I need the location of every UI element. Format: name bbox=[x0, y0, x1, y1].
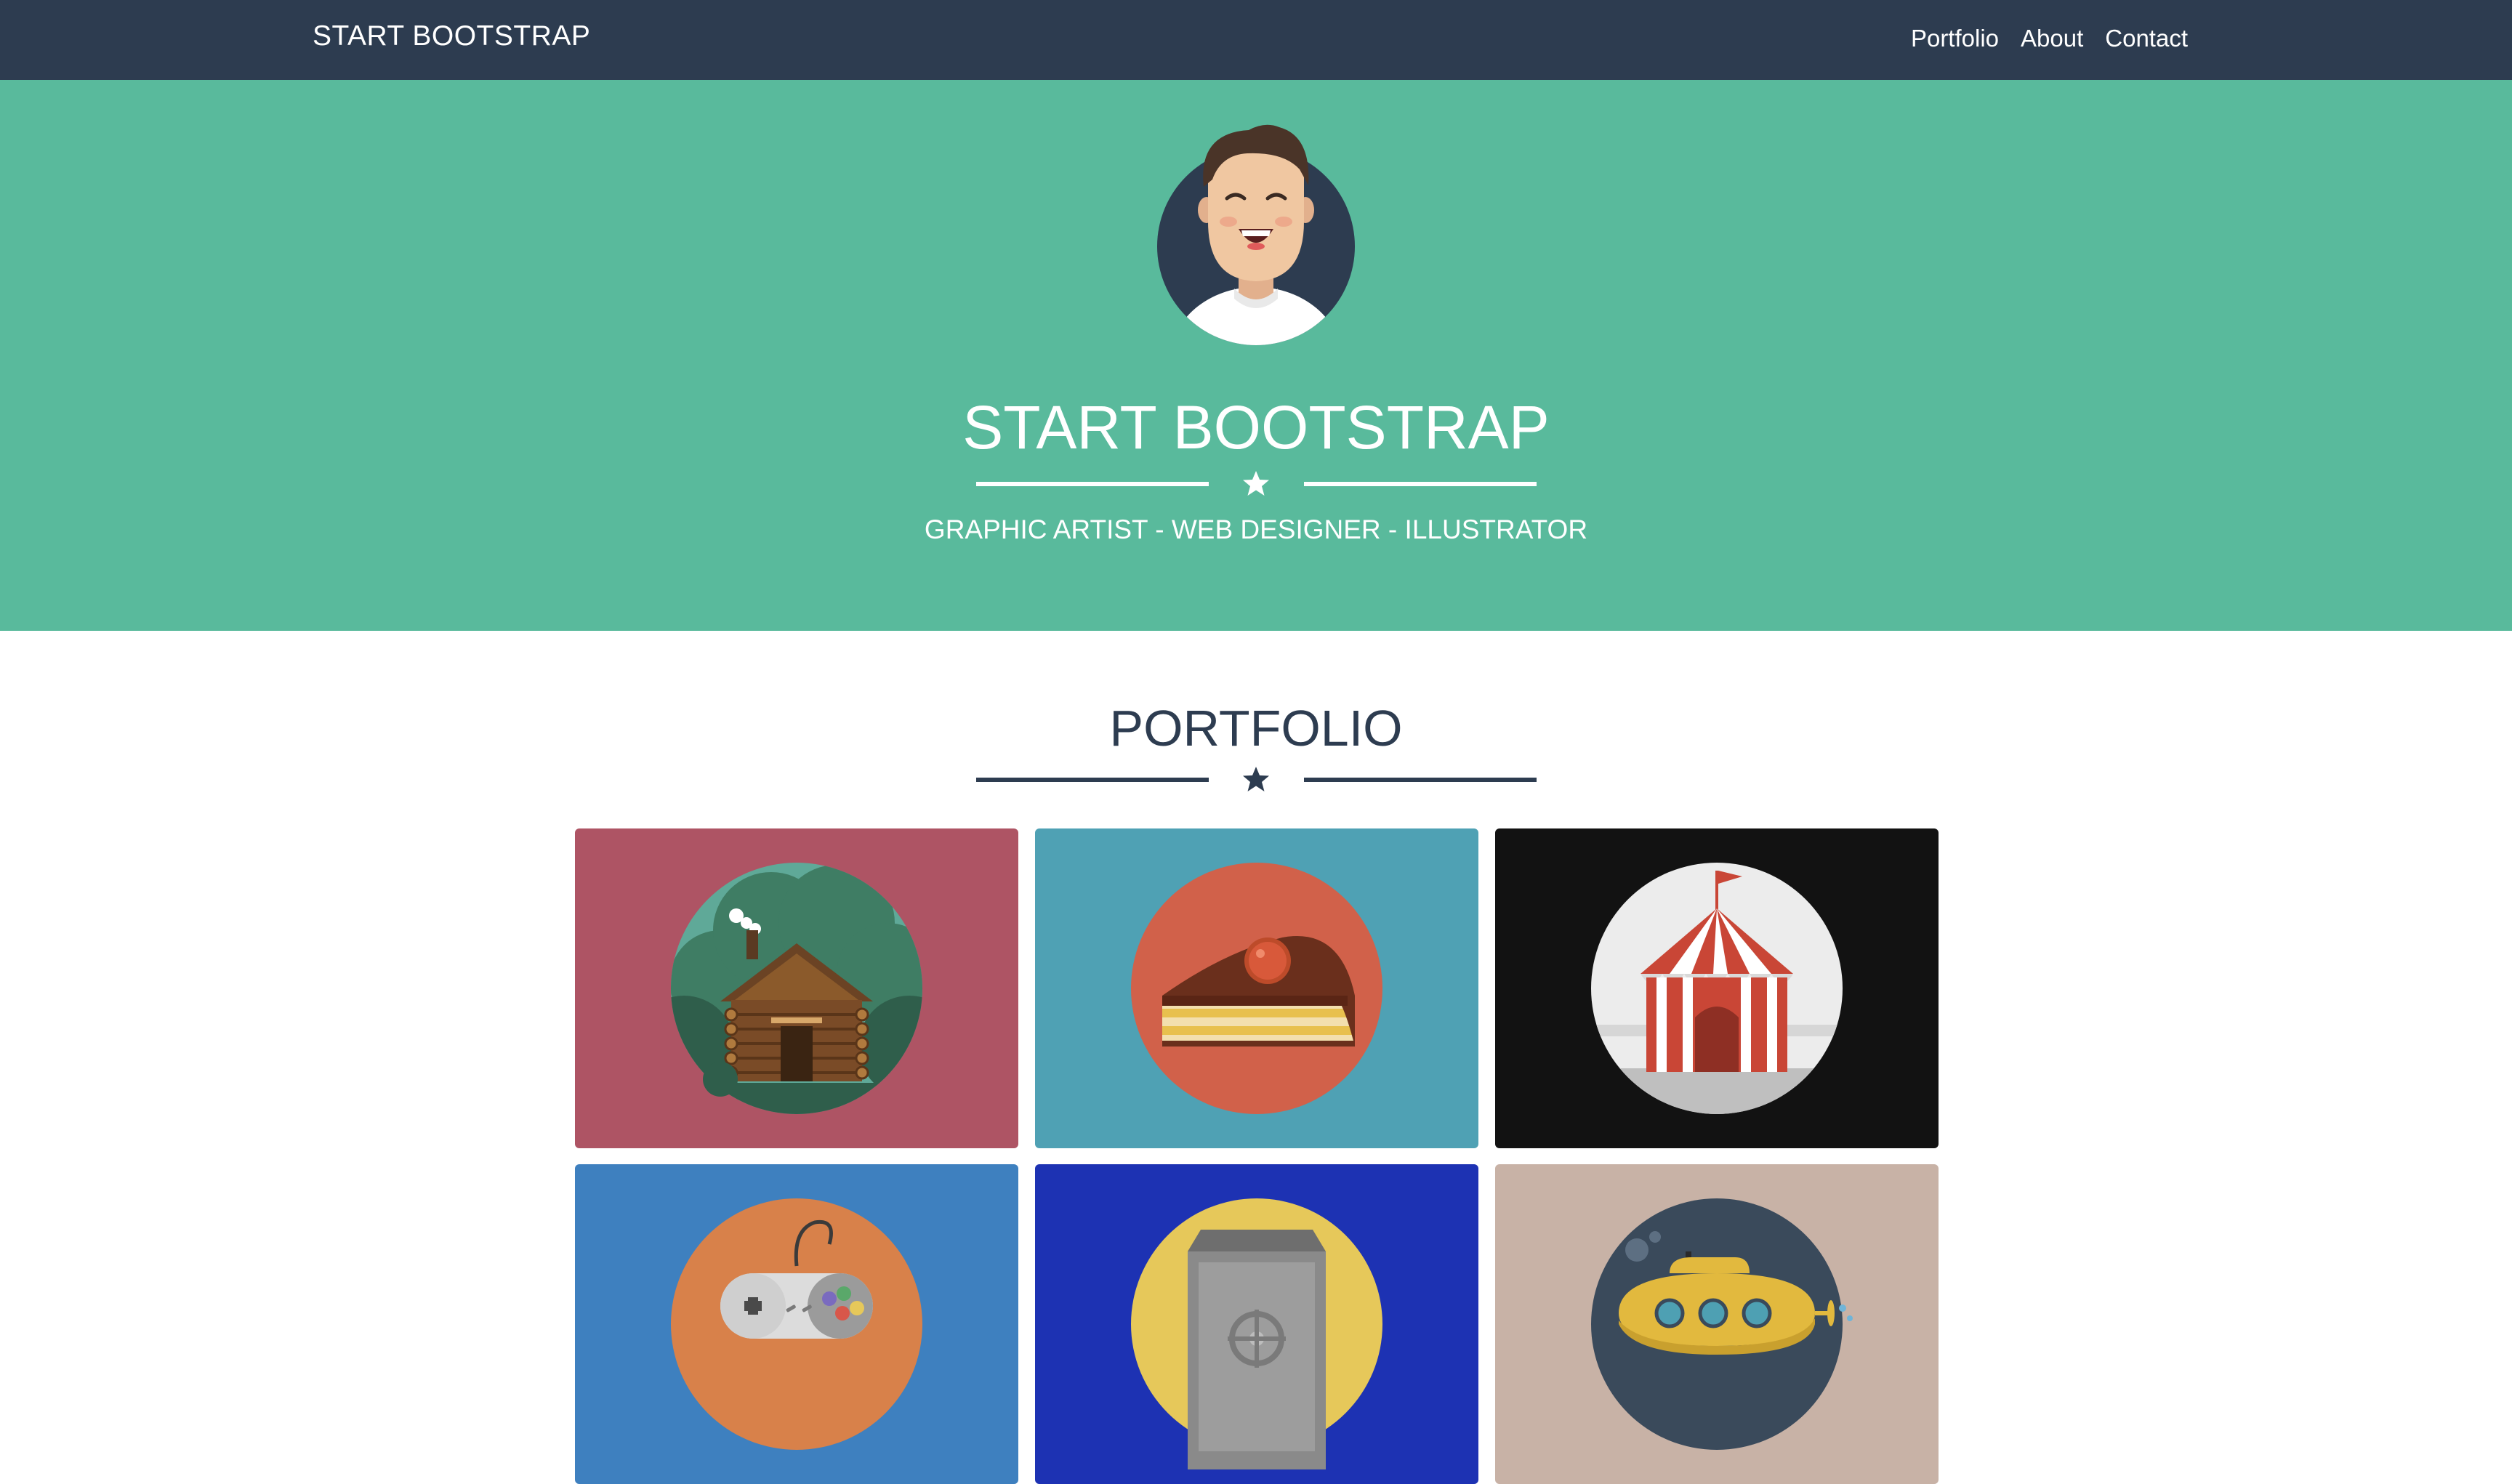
avatar-illustration bbox=[1157, 124, 1355, 345]
cabin-icon bbox=[671, 863, 922, 1114]
cake-icon bbox=[1131, 863, 1382, 1114]
nav-link-contact[interactable]: Contact bbox=[2105, 25, 2188, 52]
navbar: START BOOTSTRAP Portfolio About Contact bbox=[0, 0, 2512, 80]
portfolio-item-submarine[interactable] bbox=[1495, 1164, 1939, 1484]
star-icon bbox=[1243, 471, 1269, 496]
divider-line-left bbox=[976, 778, 1209, 782]
portfolio-item-safe[interactable] bbox=[1035, 1164, 1478, 1484]
nav-link-about[interactable]: About bbox=[2021, 25, 2083, 52]
portfolio-item-circus[interactable] bbox=[1495, 828, 1939, 1148]
divider-line-left bbox=[976, 482, 1209, 486]
brand-link[interactable]: START BOOTSTRAP bbox=[313, 20, 590, 52]
nav-links: Portfolio About Contact bbox=[1911, 25, 2188, 52]
hero-divider bbox=[974, 469, 1538, 498]
circus-tent-icon bbox=[1591, 863, 1843, 1114]
portfolio-title: PORTFOLIO bbox=[1109, 700, 1403, 757]
portfolio-item-cake[interactable] bbox=[1035, 828, 1478, 1148]
hero-subtitle: GRAPHIC ARTIST - WEB DESIGNER - ILLUSTRA… bbox=[924, 515, 1588, 544]
safe-icon bbox=[1131, 1198, 1382, 1469]
submarine-icon bbox=[1591, 1198, 1853, 1450]
star-icon bbox=[1243, 767, 1269, 791]
divider-line-right bbox=[1304, 482, 1537, 486]
nav-link-portfolio[interactable]: Portfolio bbox=[1911, 25, 1999, 52]
portfolio-item-game[interactable] bbox=[575, 1164, 1018, 1484]
divider-line-right bbox=[1304, 778, 1537, 782]
game-controller-icon bbox=[671, 1198, 922, 1450]
portfolio-divider bbox=[974, 765, 1538, 794]
hero-title: START BOOTSTRAP bbox=[962, 393, 1550, 461]
portfolio-item-cabin[interactable] bbox=[575, 828, 1018, 1148]
